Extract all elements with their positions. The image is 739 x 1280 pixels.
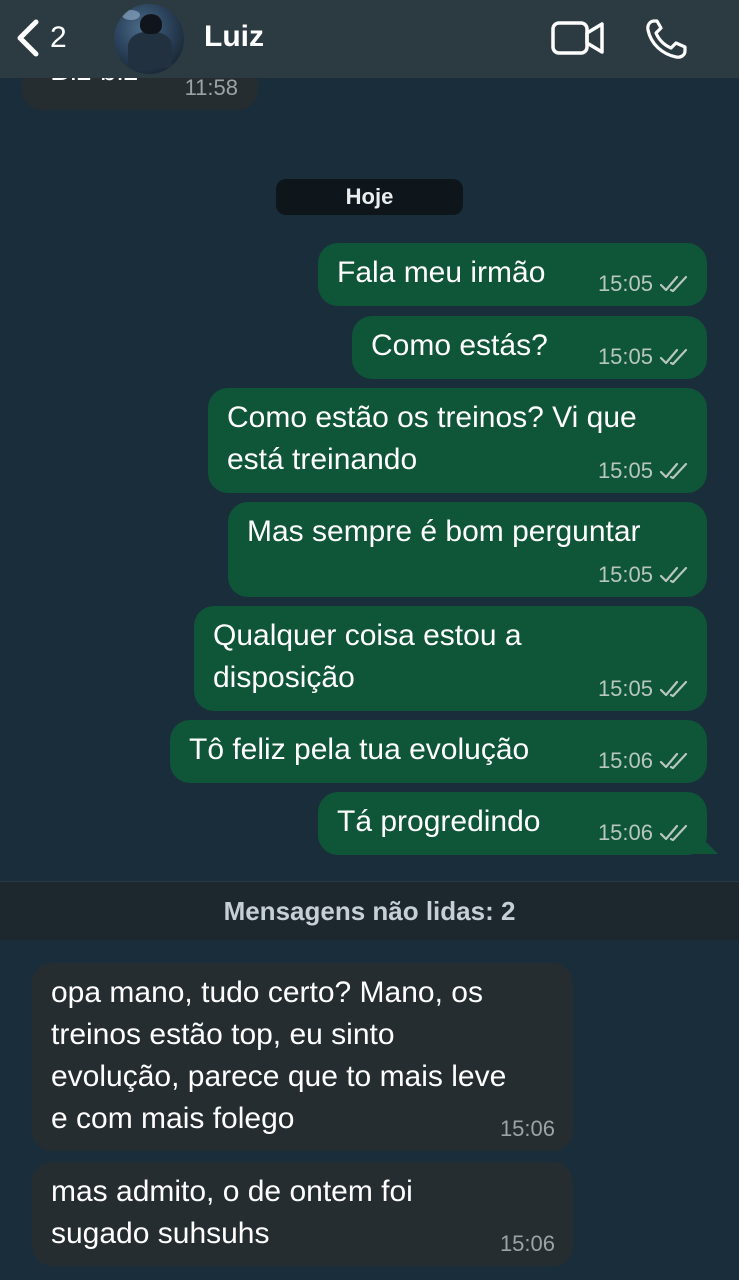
double-check-icon [659,680,688,698]
message-bubble-outgoing[interactable]: Mas sempre é bom perguntar 15:05 [228,502,707,597]
message-text: Tá progredindo [337,805,541,838]
message-text: Mas sempre é bom perguntar [247,515,641,548]
message-time: 15:05 [597,676,653,701]
message-text: mas admito, o de ontem foi sugado suhsuh… [51,1175,413,1250]
avatar[interactable] [114,4,184,74]
double-check-icon [659,275,688,293]
double-check-icon [659,462,688,480]
back-button[interactable]: 2 [14,18,67,58]
message-time: 15:05 [597,562,653,587]
message-time: 15:05 [597,344,653,369]
message-time: 15:06 [597,820,653,845]
message-time: 15:06 [499,1231,555,1256]
message-time: 15:06 [499,1116,555,1141]
message-text: opa mano, tudo certo? Mano, os treinos e… [51,976,507,1135]
message-bubble-incoming[interactable]: opa mano, tudo certo? Mano, os treinos e… [32,963,573,1151]
message-text: Como estás? [371,329,548,362]
day-separator: Hoje [276,179,463,215]
chat-header: 2 Luiz [0,0,739,78]
message-bubble-outgoing[interactable]: Fala meu irmão 15:05 [318,243,707,306]
double-check-icon [659,752,688,770]
double-check-icon [659,824,688,842]
double-check-icon [659,348,688,366]
video-call-button[interactable] [550,18,606,58]
message-bubble-outgoing[interactable]: Como estão os treinos? Vi que está trein… [208,388,707,493]
phone-icon [646,19,687,59]
message-time: 15:05 [597,271,653,296]
message-bubble-outgoing[interactable]: Qualquer coisa estou a disposição 15:05 [194,606,707,711]
unread-chats-count: 2 [50,21,67,54]
message-bubble-outgoing[interactable]: Como estás? 15:05 [352,316,707,379]
message-time: 11:58 [184,75,238,100]
voice-call-button[interactable] [644,18,690,60]
message-text: Como estão os treinos? Vi que está trein… [227,401,637,476]
message-bubble-incoming[interactable]: mas admito, o de ontem foi sugado suhsuh… [32,1162,573,1266]
message-text: Qualquer coisa estou a disposição [213,619,522,694]
unread-messages-separator: Mensagens não lidas: 2 [0,881,739,940]
message-bubble-outgoing[interactable]: Tá progredindo 15:06 [318,792,707,855]
message-time: 15:06 [597,748,653,773]
chevron-left-icon [17,19,39,57]
double-check-icon [659,566,688,584]
contact-name[interactable]: Luiz [204,20,264,54]
message-bubble-outgoing[interactable]: Tô feliz pela tua evolução 15:06 [170,720,707,783]
message-text: Fala meu irmão [337,256,546,289]
video-call-icon [551,21,604,55]
message-text: Tô feliz pela tua evolução [189,733,530,766]
message-time: 15:05 [597,458,653,483]
